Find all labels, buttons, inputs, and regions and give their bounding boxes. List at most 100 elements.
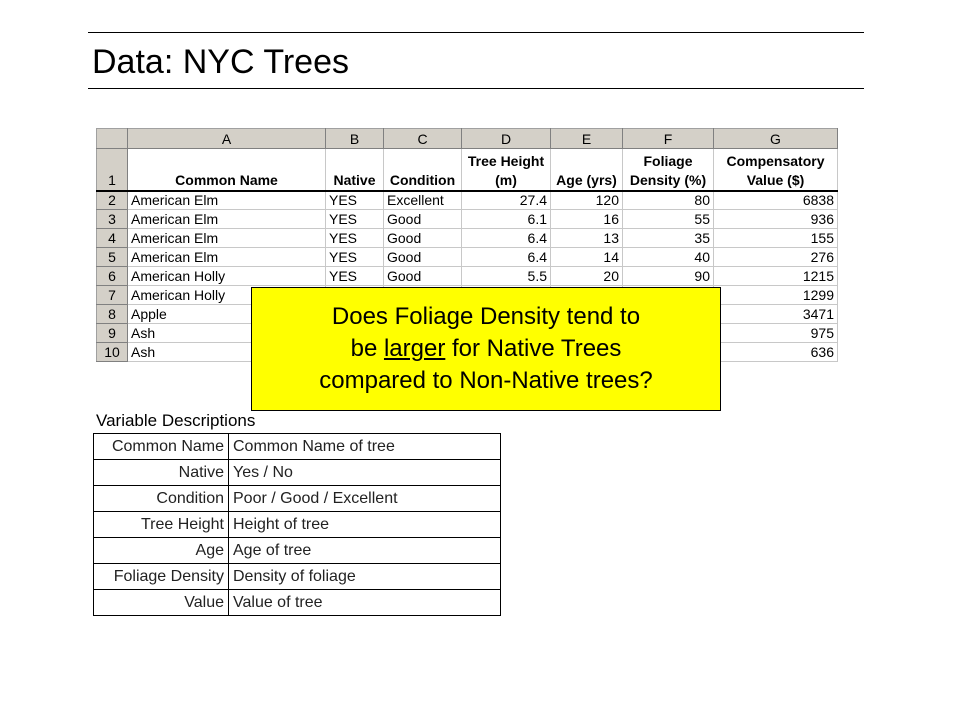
cell-value[interactable]: 636 [713, 342, 838, 362]
column-header-c[interactable]: C [383, 128, 462, 149]
row-number[interactable]: 1 [96, 148, 128, 192]
variable-name: Common Name [93, 433, 229, 460]
row-number[interactable]: 7 [96, 285, 128, 305]
column-header-d[interactable]: D [461, 128, 551, 149]
table-row: Condition Poor / Good / Excellent [93, 485, 501, 512]
cell-tree-height[interactable]: 6.1 [461, 209, 551, 229]
slide-title: Data: NYC Trees [92, 43, 349, 81]
cell-foliage-density[interactable]: 80 [622, 190, 714, 210]
row-number[interactable]: 5 [96, 247, 128, 267]
variable-description: Density of foliage [228, 563, 501, 590]
cell-value[interactable]: 276 [713, 247, 838, 267]
cell-tree-height[interactable]: 27.4 [461, 190, 551, 210]
row-number[interactable]: 9 [96, 323, 128, 343]
table-row: 4 American Elm YES Good 6.4 13 35 155 [96, 228, 838, 248]
header-tree-height[interactable]: Tree Height (m) [461, 148, 551, 192]
variable-descriptions-table: Common Name Common Name of tree Native Y… [93, 433, 501, 616]
variable-description: Value of tree [228, 589, 501, 616]
column-header-g[interactable]: G [713, 128, 838, 149]
row-number[interactable]: 10 [96, 342, 128, 362]
table-row: Tree Height Height of tree [93, 511, 501, 538]
cell-foliage-density[interactable]: 90 [622, 266, 714, 286]
cell-value[interactable]: 155 [713, 228, 838, 248]
header-native[interactable]: Native [325, 148, 384, 192]
column-header-f[interactable]: F [622, 128, 714, 149]
variable-descriptions-title: Variable Descriptions [96, 411, 256, 430]
cell-age[interactable]: 13 [550, 228, 623, 248]
column-header-b[interactable]: B [325, 128, 384, 149]
variable-description: Common Name of tree [228, 433, 501, 460]
cell-condition[interactable]: Good [383, 247, 462, 267]
variable-name: Foliage Density [93, 563, 229, 590]
cell-value[interactable]: 6838 [713, 190, 838, 210]
cell-native[interactable]: YES [325, 247, 384, 267]
variable-description: Age of tree [228, 537, 501, 564]
table-row: Value Value of tree [93, 589, 501, 616]
header-common-name[interactable]: Common Name [127, 148, 326, 192]
callout-emphasis-larger: larger [383, 335, 446, 362]
cell-native[interactable]: YES [325, 228, 384, 248]
row-number[interactable]: 2 [96, 190, 128, 210]
cell-condition[interactable]: Excellent [383, 190, 462, 210]
cell-value[interactable]: 1299 [713, 285, 838, 305]
table-row: Foliage Density Density of foliage [93, 563, 501, 590]
cell-native[interactable]: YES [325, 190, 384, 210]
cell-value[interactable]: 975 [713, 323, 838, 343]
cell-value[interactable]: 936 [713, 209, 838, 229]
header-condition[interactable]: Condition [383, 148, 462, 192]
row-number[interactable]: 6 [96, 266, 128, 286]
variable-name: Native [93, 459, 229, 486]
cell-condition[interactable]: Good [383, 228, 462, 248]
cell-value[interactable]: 3471 [713, 304, 838, 324]
variable-description: Height of tree [228, 511, 501, 538]
cell-native[interactable]: YES [325, 266, 384, 286]
header-age[interactable]: Age (yrs) [550, 148, 623, 192]
cell-foliage-density[interactable]: 40 [622, 247, 714, 267]
cell-age[interactable]: 16 [550, 209, 623, 229]
cell-age[interactable]: 120 [550, 190, 623, 210]
variable-name: Tree Height [93, 511, 229, 538]
table-row: Common Name Common Name of tree [93, 433, 501, 460]
cell-condition[interactable]: Good [383, 209, 462, 229]
cell-tree-height[interactable]: 6.4 [461, 228, 551, 248]
table-row: 6 American Holly YES Good 5.5 20 90 1215 [96, 266, 838, 286]
question-callout: Does Foliage Density tend to be larger f… [251, 287, 721, 411]
row-number[interactable]: 8 [96, 304, 128, 324]
header-foliage-density[interactable]: Foliage Density (%) [622, 148, 714, 192]
cell-foliage-density[interactable]: 35 [622, 228, 714, 248]
table-row: 2 American Elm YES Excellent 27.4 120 80… [96, 190, 838, 210]
cell-tree-height[interactable]: 6.4 [461, 247, 551, 267]
table-row: 5 American Elm YES Good 6.4 14 40 276 [96, 247, 838, 267]
table-row: Native Yes / No [93, 459, 501, 486]
cell-age[interactable]: 20 [550, 266, 623, 286]
variable-name: Value [93, 589, 229, 616]
title-rule-top [88, 32, 864, 33]
column-header-a[interactable]: A [127, 128, 326, 149]
table-row: Age Age of tree [93, 537, 501, 564]
callout-line-2-post: for Native Trees [445, 335, 622, 362]
callout-line-3: compared to Non-Native trees? [319, 367, 653, 394]
cell-common-name[interactable]: American Elm [127, 190, 326, 210]
callout-line-2-pre: be [350, 335, 384, 362]
column-letter-row: A B C D E F G [96, 128, 838, 149]
cell-common-name[interactable]: American Elm [127, 247, 326, 267]
callout-line-2: be larger for Native Trees [351, 333, 622, 365]
select-all-corner[interactable] [96, 128, 128, 149]
cell-tree-height[interactable]: 5.5 [461, 266, 551, 286]
column-header-e[interactable]: E [550, 128, 623, 149]
cell-native[interactable]: YES [325, 209, 384, 229]
cell-foliage-density[interactable]: 55 [622, 209, 714, 229]
cell-common-name[interactable]: American Elm [127, 228, 326, 248]
cell-value[interactable]: 1215 [713, 266, 838, 286]
variable-name: Condition [93, 485, 229, 512]
variable-description: Yes / No [228, 459, 501, 486]
row-number[interactable]: 3 [96, 209, 128, 229]
cell-age[interactable]: 14 [550, 247, 623, 267]
row-number[interactable]: 4 [96, 228, 128, 248]
cell-condition[interactable]: Good [383, 266, 462, 286]
cell-common-name[interactable]: American Holly [127, 266, 326, 286]
field-header-row: 1 Common Name Native Condition Tree Heig… [96, 148, 838, 192]
header-compensatory-value[interactable]: Compensatory Value ($) [713, 148, 838, 192]
cell-common-name[interactable]: American Elm [127, 209, 326, 229]
callout-line-1: Does Foliage Density tend to [331, 303, 641, 330]
